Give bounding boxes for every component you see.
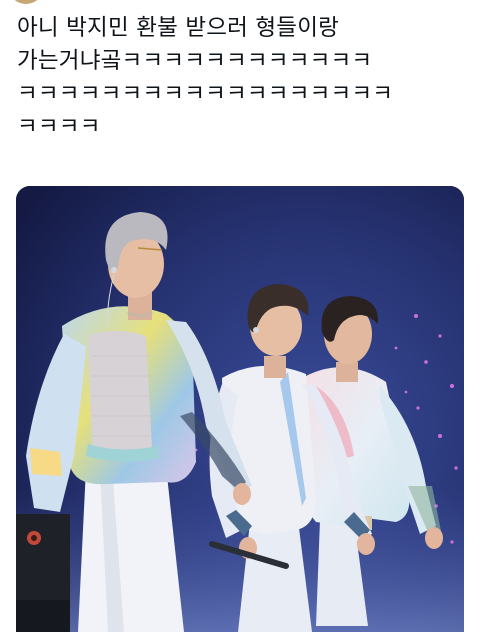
tweet-photo[interactable] [16, 186, 464, 632]
concert-photo [16, 186, 464, 632]
tweet-text-line: ㅋㅋㅋㅋ [17, 114, 101, 140]
tweet-text-line: ㅋㅋㅋㅋㅋㅋㅋㅋㅋㅋㅋㅋㅋㅋㅋㅋㅋㅋ [17, 81, 394, 107]
stage-speaker [16, 514, 70, 632]
tweet-text-line: 가는거냐곸ㅋㅋㅋㅋㅋㅋㅋㅋㅋㅋㅋㅋ [17, 48, 373, 74]
tweet-text: 아니 박지민 환불 받으러 형들이랑 가는거냐곸ㅋㅋㅋㅋㅋㅋㅋㅋㅋㅋㅋㅋ ㅋㅋㅋ… [17, 12, 467, 144]
tweet: 아니 박지민 환불 받으러 형들이랑 가는거냐곸ㅋㅋㅋㅋㅋㅋㅋㅋㅋㅋㅋㅋ ㅋㅋㅋ… [0, 0, 480, 632]
avatar[interactable] [8, 0, 44, 4]
tweet-text-line: 아니 박지민 환불 받으러 형들이랑 [17, 15, 340, 41]
